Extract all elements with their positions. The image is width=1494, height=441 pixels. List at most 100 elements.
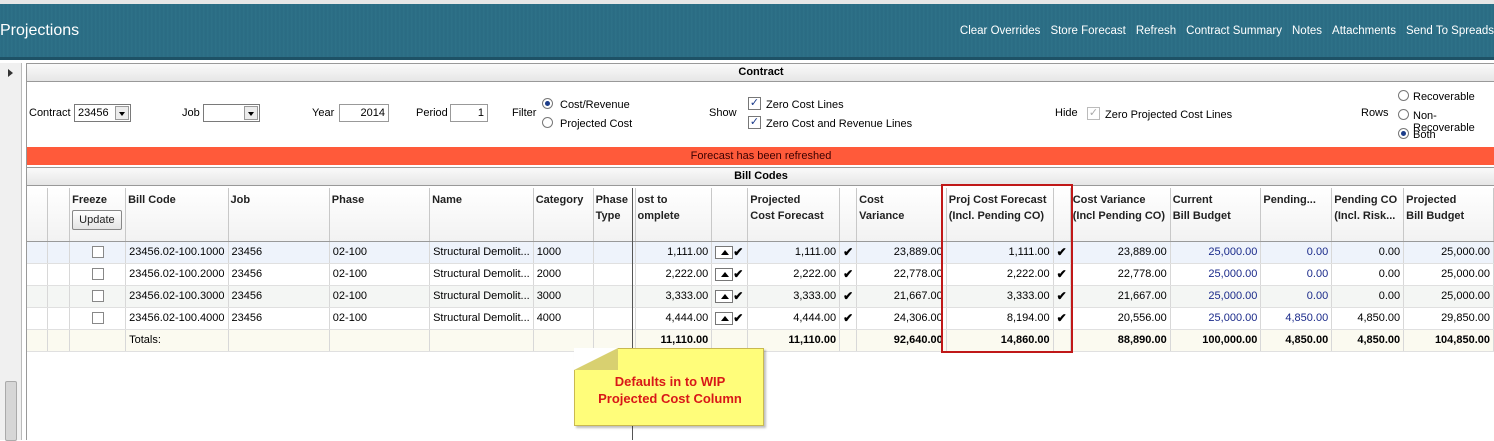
totals-pending-co: 4,850.00: [1331, 329, 1405, 352]
pending-cell: 0.00: [1260, 241, 1333, 264]
contract-section-title: Contract: [27, 63, 1494, 82]
table-row[interactable]: 23456.02-100.2000 23456 02-100 Structural D…: [27, 263, 1494, 286]
column-header-spinner: [711, 188, 749, 242]
clear-overrides-link[interactable]: Clear Overrides: [960, 25, 1041, 37]
filter-cost-revenue-label: Cost/Revenue: [560, 99, 630, 111]
row-cell-blank: [47, 263, 71, 286]
column-header-name[interactable]: Name: [429, 188, 534, 242]
app-header: Projections Clear Overrides Store Foreca…: [0, 4, 1494, 60]
column-header-projected-cost-forecast[interactable]: Projected Cost Forecast: [747, 188, 841, 242]
filter-projected-cost-radio[interactable]: [542, 117, 553, 128]
totals-projected-bill-budget: 104,850.00: [1403, 329, 1494, 352]
column-header-current-bill-budget[interactable]: Current Bill Budget: [1170, 188, 1262, 242]
chevron-up-icon[interactable]: [715, 290, 734, 304]
send-to-spreads-link[interactable]: Send To Spreads: [1406, 25, 1494, 37]
phase-cell: 02-100: [329, 307, 431, 330]
column-header-projected-bill-budget[interactable]: Projected Bill Budget: [1403, 188, 1494, 242]
year-input[interactable]: 2014: [339, 104, 389, 122]
category-cell: 1000: [533, 241, 594, 264]
contract-summary-link[interactable]: Contract Summary: [1186, 25, 1282, 37]
phase-type-label-1: Phase: [595, 194, 629, 206]
show-zero-cost-revenue-label: Zero Cost and Revenue Lines: [766, 118, 913, 130]
rows-non-recoverable-radio[interactable]: [1398, 109, 1409, 120]
cost-variance-pending-cell: 22,778.00: [1070, 263, 1171, 286]
checkmark-icon: ✔: [733, 288, 744, 303]
filter-projected-cost-label: Projected Cost: [560, 118, 633, 130]
category-cell: 4000: [533, 307, 594, 330]
bill-codes-table: Freeze Update Bill Code Job Phase Name C…: [27, 188, 1494, 352]
current-bill-budget-cell: 25,000.00: [1170, 285, 1262, 308]
column-header-blank: [47, 188, 71, 242]
cvp-label-1: Cost Variance: [1072, 194, 1146, 206]
hide-zero-projected-checkbox[interactable]: ✓: [1087, 107, 1100, 120]
spinner-cell: ✔: [711, 263, 749, 286]
show-zero-cost-checkbox[interactable]: ✓: [748, 97, 761, 110]
attachments-link[interactable]: Attachments: [1332, 25, 1396, 37]
pending-co-cell: 0.00: [1331, 285, 1405, 308]
totals-blank: [69, 329, 127, 352]
column-header-bill-code[interactable]: Bill Code: [125, 188, 229, 242]
show-zero-cost-label: Zero Cost Lines: [766, 99, 844, 111]
checkmark-icon: ✔: [843, 311, 854, 325]
column-header-cost-variance[interactable]: Cost Variance: [856, 188, 947, 242]
row-cell-blank: [27, 285, 49, 308]
spinner-cell: ✔: [711, 307, 749, 330]
show-zero-cost-revenue-checkbox[interactable]: ✓: [748, 116, 761, 129]
row-cell-blank: [47, 307, 71, 330]
phase-type-cell: [593, 285, 636, 308]
freeze-checkbox[interactable]: [91, 268, 104, 281]
table-row[interactable]: 23456.02-100.1000 23456 02-100 Structural D…: [27, 241, 1494, 264]
phase-type-cell: [593, 307, 636, 330]
table-row[interactable]: 23456.02-100.4000 23456 02-100 Structural D…: [27, 307, 1494, 330]
contract-select[interactable]: 23456: [74, 104, 131, 122]
column-header-cost-variance-pending[interactable]: Cost Variance (Incl Pending CO): [1070, 188, 1171, 242]
job-select[interactable]: [203, 104, 260, 122]
column-header-category[interactable]: Category: [533, 188, 594, 242]
rows-both-label: Both: [1413, 129, 1436, 141]
freeze-checkbox[interactable]: [91, 312, 104, 325]
column-header-job[interactable]: Job: [228, 188, 330, 242]
expand-arrow-icon[interactable]: [8, 69, 13, 77]
rows-recoverable-label: Recoverable: [1413, 91, 1475, 103]
column-header-cost-to-complete[interactable]: ost to omplete: [635, 188, 713, 242]
table-row[interactable]: 23456.02-100.3000 23456 02-100 Structural D…: [27, 285, 1494, 308]
period-input[interactable]: 1: [450, 104, 488, 122]
column-header-phase[interactable]: Phase: [329, 188, 431, 242]
column-header-pending[interactable]: Pending...: [1260, 188, 1333, 242]
store-forecast-link[interactable]: Store Forecast: [1050, 25, 1125, 37]
pbb-label-1: Projected: [1406, 194, 1457, 206]
refresh-link[interactable]: Refresh: [1136, 25, 1176, 37]
current-bill-budget-cell: 25,000.00: [1170, 307, 1262, 330]
cost-variance-pending-cell: 23,889.00: [1070, 241, 1171, 264]
chevron-up-icon[interactable]: [715, 246, 734, 260]
column-header-pending-co[interactable]: Pending CO (Incl. Risk...: [1331, 188, 1405, 242]
name-cell: Structural Demolit...: [429, 241, 534, 264]
freeze-cell: [69, 307, 127, 330]
rows-recoverable-radio[interactable]: [1398, 90, 1409, 101]
notes-link[interactable]: Notes: [1292, 25, 1322, 37]
update-button[interactable]: Update: [72, 210, 122, 230]
filter-cost-revenue-radio[interactable]: [542, 98, 553, 109]
chevron-up-icon[interactable]: [715, 268, 734, 282]
check-cell: ✔: [839, 241, 858, 264]
current-bill-budget-cell: 25,000.00: [1170, 241, 1262, 264]
phase-cell: 02-100: [329, 285, 431, 308]
contract-label: Contract: [29, 107, 71, 119]
scrollbar-thumb[interactable]: [5, 381, 17, 441]
main-panel: Contract Contract 23456 Job Year 2014 Pe…: [26, 63, 1494, 440]
rows-both-radio[interactable]: [1398, 128, 1409, 139]
cost-to-complete-cell: 4,444.00: [635, 307, 713, 330]
column-header-phase-type[interactable]: Phase Type: [593, 188, 636, 242]
totals-blank: [27, 329, 49, 352]
pending-co-cell: 0.00: [1331, 263, 1405, 286]
check-cell: ✔: [839, 263, 858, 286]
phase-type-label-2: Type: [595, 210, 621, 222]
freeze-checkbox[interactable]: [91, 290, 104, 303]
freeze-checkbox[interactable]: [91, 246, 104, 259]
phase-type-cell: [593, 263, 636, 286]
column-header-freeze: Freeze Update: [69, 188, 127, 242]
chevron-up-icon[interactable]: [715, 312, 734, 326]
cost-var-label-2: Variance: [859, 210, 905, 222]
callout-text: Defaults in to WIP Projected Cost Column: [575, 373, 765, 407]
cvp-label-2: (Incl Pending CO): [1072, 210, 1166, 222]
